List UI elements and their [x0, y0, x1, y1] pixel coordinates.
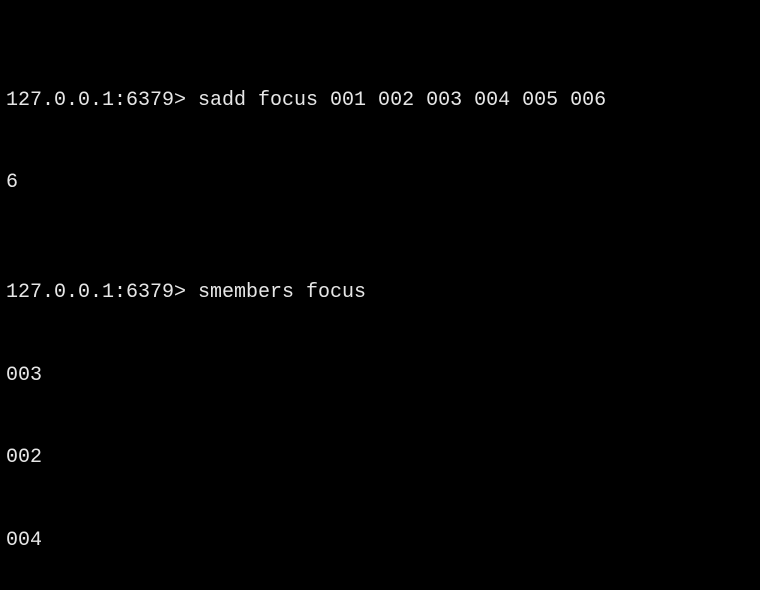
command-text: smembers focus	[198, 281, 366, 304]
prompt: 127.0.0.1:6379>	[6, 89, 198, 112]
command-text: sadd focus 001 002 003 004 005 006	[198, 89, 606, 112]
output-line: 6	[6, 169, 754, 197]
prompt: 127.0.0.1:6379>	[6, 281, 198, 304]
terminal[interactable]: 127.0.0.1:6379> sadd focus 001 002 003 0…	[0, 0, 760, 590]
command-line: 127.0.0.1:6379> smembers focus	[6, 279, 754, 307]
output-line: 003	[6, 362, 754, 390]
command-line: 127.0.0.1:6379> sadd focus 001 002 003 0…	[6, 87, 754, 115]
output-line: 002	[6, 444, 754, 472]
output-line: 004	[6, 527, 754, 555]
